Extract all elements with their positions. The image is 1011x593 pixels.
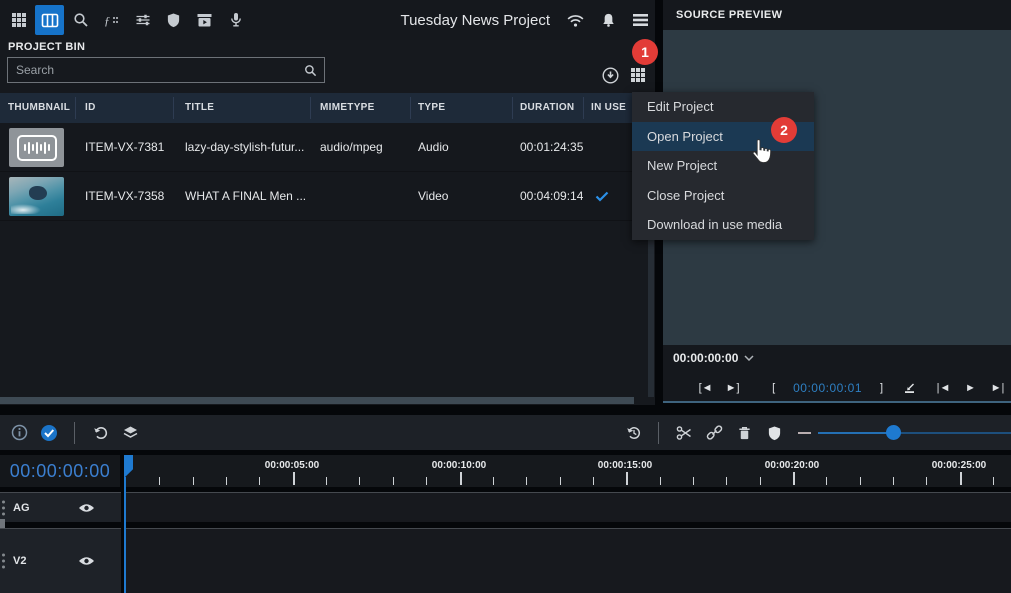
notifications-bell-icon[interactable] (601, 12, 616, 28)
col-duration[interactable]: DURATION (520, 93, 574, 123)
scissors-cut-icon[interactable] (669, 418, 699, 448)
shield-flag-icon[interactable] (759, 418, 789, 448)
ruler-label: 00:00:25:00 (932, 460, 986, 471)
ruler-label: 00:00:15:00 (598, 460, 652, 471)
mark-timecode: 00:00:00:01 (787, 381, 868, 395)
settings-sliders-icon[interactable] (128, 5, 157, 35)
cell-id: ITEM-VX-7358 (85, 172, 164, 221)
search-box (7, 57, 325, 83)
project-bin-icon[interactable] (35, 5, 64, 35)
track-visibility-eye-icon[interactable] (78, 502, 95, 514)
cell-type: Video (418, 172, 448, 221)
wifi-icon (566, 13, 585, 28)
history-icon[interactable] (618, 418, 648, 448)
zoom-slider-knob[interactable] (886, 425, 901, 440)
source-preview-title: SOURCE PREVIEW (663, 0, 1011, 30)
grid-menu-icon[interactable] (628, 65, 648, 85)
video-editor-app: ƒ Tuesday News Project (0, 0, 1011, 593)
skip-forward-button[interactable]: ►| (984, 382, 1011, 394)
goto-mark-in-button[interactable]: [◄ (692, 382, 719, 394)
cell-id: ITEM-VX-7381 (85, 123, 164, 172)
timecode-chevron-down-icon[interactable] (744, 355, 754, 361)
cell-duration: 00:01:24:35 (520, 123, 583, 172)
effects-fx-icon[interactable]: ƒ (97, 5, 126, 35)
col-thumbnail[interactable]: THUMBNAIL (8, 93, 70, 123)
col-type[interactable]: TYPE (418, 93, 445, 123)
ruler-label: 00:00:20:00 (765, 460, 819, 471)
audio-waveform-thumbnail (9, 128, 64, 167)
track-ag-header[interactable]: AG (0, 492, 121, 522)
play-button[interactable]: ► (957, 382, 984, 394)
track-name: AG (13, 502, 30, 514)
project-bin-panel: ƒ Tuesday News Project (0, 0, 655, 405)
goto-mark-out-button[interactable]: ►] (719, 382, 746, 394)
cursor-pointer-icon (750, 138, 772, 165)
skip-back-button[interactable]: |◄ (930, 382, 957, 394)
preview-timecode: 00:00:00:00 (673, 351, 738, 365)
timeline-toolbar (0, 415, 1011, 450)
col-title[interactable]: TITLE (185, 93, 214, 123)
menu-item-new-project[interactable]: New Project (632, 151, 814, 181)
track-name: V2 (13, 555, 26, 567)
col-id[interactable]: ID (85, 93, 96, 123)
layers-icon[interactable] (115, 418, 145, 448)
cell-duration: 00:04:09:14 (520, 172, 583, 221)
track-drag-handle[interactable] (2, 506, 5, 509)
link-icon[interactable] (699, 418, 729, 448)
apps-grid-icon[interactable] (4, 5, 33, 35)
menu-item-download-in-use-media[interactable]: Download in use media (632, 210, 814, 240)
svg-text:ƒ: ƒ (104, 14, 110, 28)
col-mimetype[interactable]: MIMETYPE (320, 93, 375, 123)
zoom-slider (818, 415, 1011, 450)
loop-to-bar-icon[interactable] (903, 383, 930, 394)
video-frame-thumbnail (9, 177, 64, 216)
undo-icon[interactable] (85, 418, 115, 448)
media-archive-icon[interactable] (190, 5, 219, 35)
in-use-check-icon (595, 172, 609, 221)
cell-title: lazy-day-stylish-futur... (185, 123, 307, 172)
bin-horizontal-scrollbar[interactable] (0, 397, 634, 404)
mark-out-button[interactable]: ] (868, 382, 895, 394)
track-v2-header[interactable]: V2 (0, 528, 121, 593)
search-input[interactable] (8, 63, 304, 77)
playhead-line (124, 477, 126, 593)
bin-row-audio[interactable]: ITEM-VX-7381 lazy-day-stylish-futur... a… (0, 123, 655, 172)
col-in-use[interactable]: IN USE (591, 93, 626, 123)
info-icon[interactable] (4, 418, 34, 448)
search-magnifier-icon[interactable] (304, 64, 317, 77)
mark-in-button[interactable]: [ (760, 382, 787, 394)
zoom-minus-icon[interactable] (789, 418, 819, 448)
step-badge-1: 1 (632, 39, 658, 65)
transport-controls: [◄ ►] [ 00:00:00:01 ] |◄ ► ►| (663, 376, 1011, 400)
project-title: Tuesday News Project (400, 12, 550, 29)
timeline-ruler[interactable]: 00:00:05:00 00:00:10:00 00:00:15:00 00:0… (124, 455, 1011, 487)
bin-row-video[interactable]: ITEM-VX-7358 WHAT A FINAL Men ... Video … (0, 172, 655, 221)
bin-table-header: THUMBNAIL ID TITLE MIMETYPE TYPE DURATIO… (0, 93, 655, 123)
track-ag-lane[interactable] (124, 492, 1011, 522)
microphone-icon[interactable] (221, 5, 250, 35)
check-circle-icon[interactable] (34, 418, 64, 448)
shield-icon[interactable] (159, 5, 188, 35)
download-circle-icon[interactable] (600, 65, 620, 85)
menu-item-close-project[interactable]: Close Project (632, 181, 814, 211)
track-drag-handle[interactable] (2, 560, 5, 563)
step-badge-2: 2 (771, 117, 797, 143)
track-ag: AG (0, 492, 1011, 522)
cell-title: WHAT A FINAL Men ... (185, 172, 307, 221)
track-v2-lane[interactable] (124, 528, 1011, 593)
ruler-label: 00:00:10:00 (432, 460, 486, 471)
hamburger-menu-icon[interactable] (632, 13, 649, 27)
track-v2: V2 (0, 528, 1011, 593)
ruler-label: 00:00:05:00 (265, 460, 319, 471)
search-icon[interactable] (66, 5, 95, 35)
cell-type: Audio (418, 123, 449, 172)
top-toolbar: ƒ Tuesday News Project (0, 0, 655, 40)
cell-mimetype: audio/mpeg (320, 123, 383, 172)
project-bin-label: PROJECT BIN (8, 41, 85, 53)
bin-actions (600, 62, 655, 88)
project-context-menu: Edit Project Open Project New Project Cl… (632, 92, 814, 240)
timeline-current-timecode: 00:00:00:00 (0, 455, 120, 487)
trash-icon[interactable] (729, 418, 759, 448)
track-visibility-eye-icon[interactable] (78, 555, 95, 567)
